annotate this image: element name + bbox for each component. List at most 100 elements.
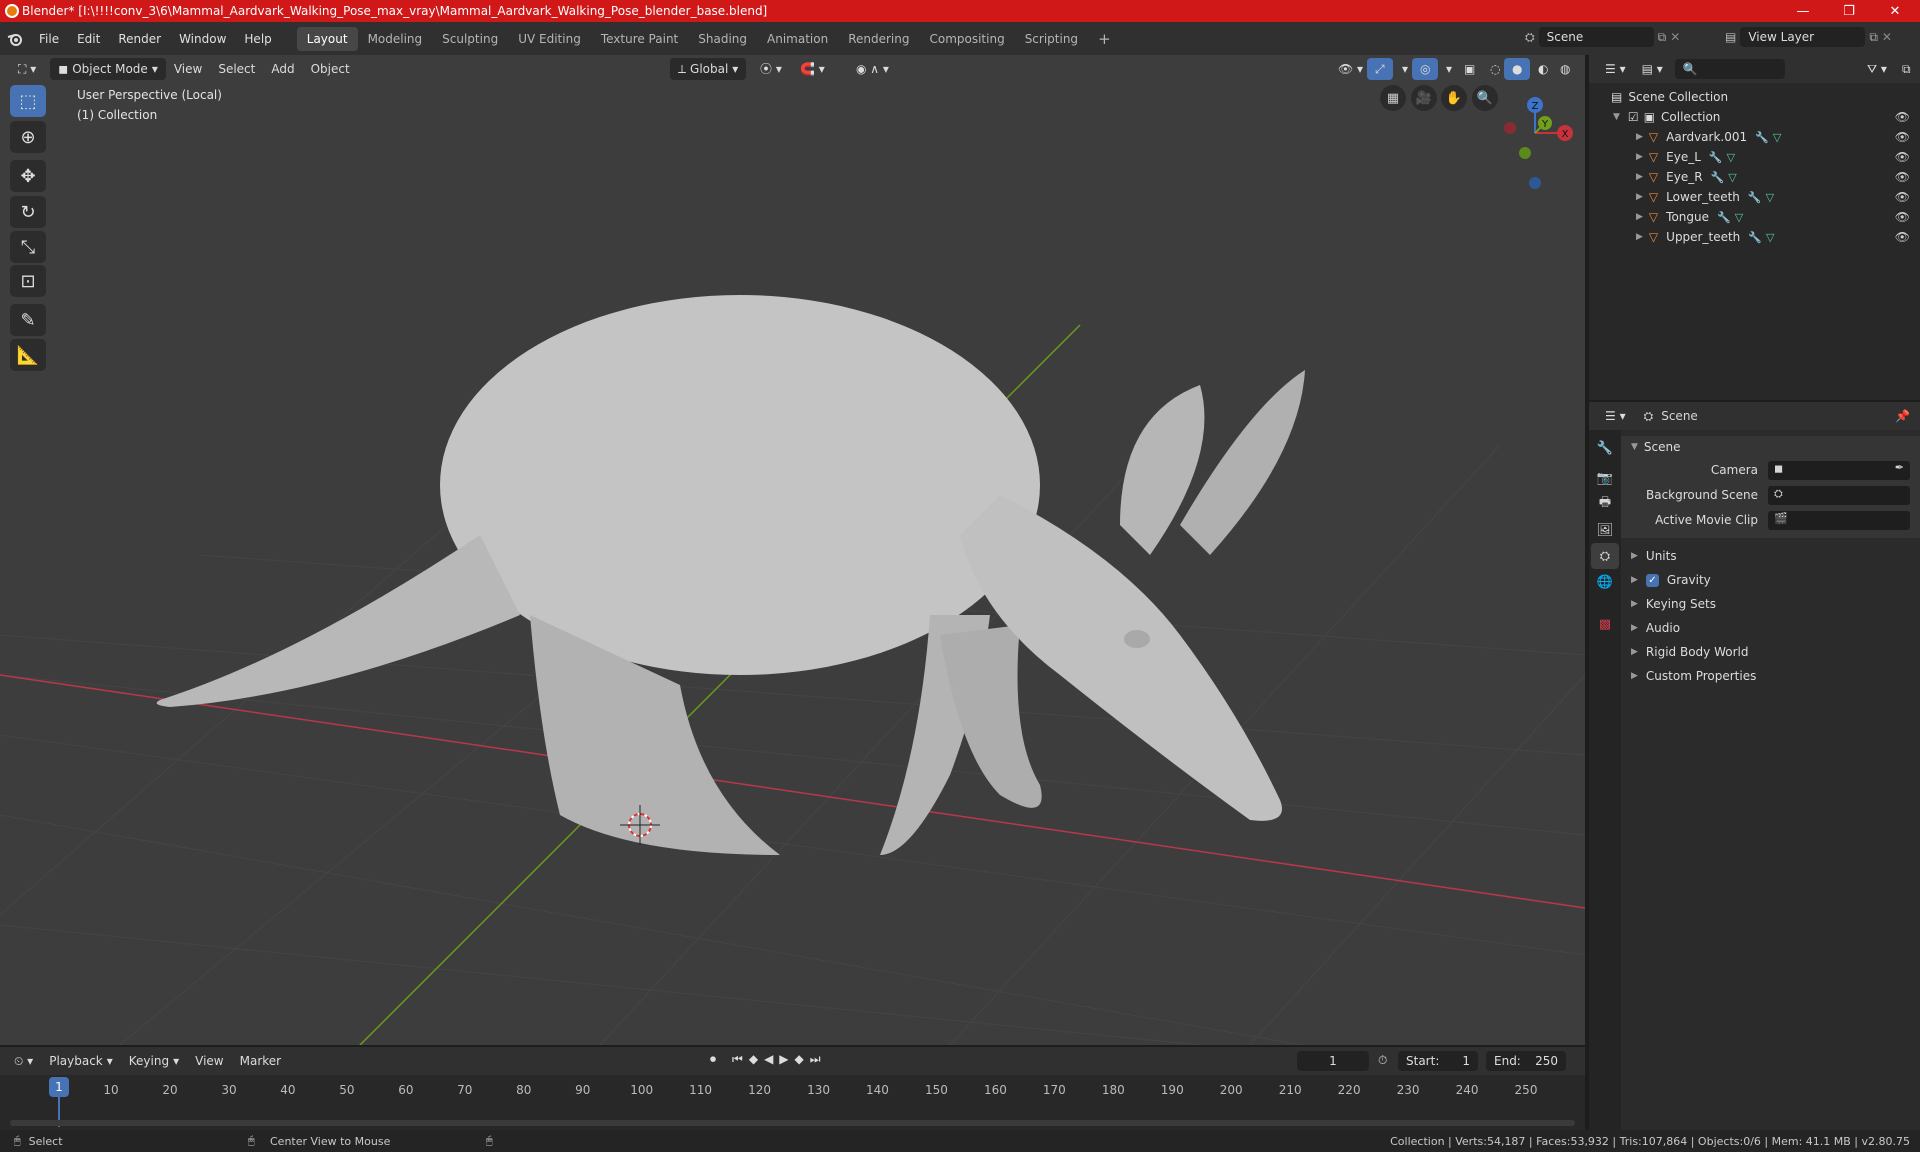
- remove-scene-icon[interactable]: ✕: [1670, 30, 1680, 44]
- menu-window[interactable]: Window: [170, 27, 235, 51]
- timeline-menu-playback[interactable]: Playback ▾: [41, 1050, 121, 1072]
- close-window-button[interactable]: ✕: [1872, 0, 1918, 22]
- tab-sculpting[interactable]: Sculpting: [432, 27, 508, 51]
- prev-keyframe-icon[interactable]: ◆: [749, 1052, 758, 1067]
- maximize-button[interactable]: ❐: [1826, 0, 1872, 22]
- new-view-layer-icon[interactable]: ⧉: [1869, 30, 1878, 45]
- rotate-tool-icon[interactable]: ↻: [10, 196, 46, 228]
- tab-scripting[interactable]: Scripting: [1015, 27, 1088, 51]
- properties-section-header[interactable]: ▶ Rigid Body World: [1621, 641, 1920, 663]
- collapse-triangle-icon[interactable]: ▼: [1613, 112, 1620, 122]
- next-keyframe-icon[interactable]: ◆: [795, 1052, 804, 1067]
- modifier-wrench-icon[interactable]: 🔧: [1755, 131, 1769, 144]
- eye-icon[interactable]: 👁: [1895, 230, 1910, 244]
- visibility-filter-icon[interactable]: 👁 ▾: [1330, 58, 1371, 80]
- scene-properties-tab-icon[interactable]: ⛭: [1591, 543, 1619, 569]
- properties-section-header[interactable]: ▶ Units: [1621, 545, 1920, 567]
- transform-tool-icon[interactable]: ⊡: [10, 265, 46, 297]
- new-scene-icon[interactable]: ⧉: [1658, 30, 1667, 45]
- eyedropper-icon[interactable]: ✒: [1895, 461, 1904, 474]
- expand-triangle-icon[interactable]: ▶: [1636, 172, 1643, 182]
- timer-icon[interactable]: ⏱: [1378, 1053, 1387, 1068]
- add-workspace-button[interactable]: +: [1088, 27, 1121, 51]
- eye-icon[interactable]: 👁: [1895, 190, 1910, 204]
- scale-tool-icon[interactable]: ⤡: [10, 231, 46, 263]
- tab-uv-editing[interactable]: UV Editing: [508, 27, 591, 51]
- playhead[interactable]: 1: [49, 1077, 69, 1097]
- tab-animation[interactable]: Animation: [757, 27, 838, 51]
- menu-help[interactable]: Help: [235, 27, 280, 51]
- texture-properties-tab-icon[interactable]: ▩: [1591, 611, 1619, 637]
- camera-view-icon[interactable]: 🎥: [1411, 85, 1437, 111]
- aardvark-model[interactable]: [156, 295, 1305, 855]
- scene-selector[interactable]: Scene: [1538, 27, 1654, 47]
- properties-section-header[interactable]: ▶ Custom Properties: [1621, 665, 1920, 687]
- tab-modeling[interactable]: Modeling: [358, 27, 433, 51]
- expand-triangle-icon[interactable]: ▶: [1636, 152, 1643, 162]
- eye-icon[interactable]: 👁: [1895, 170, 1910, 184]
- background-scene-field[interactable]: ⛭: [1768, 486, 1910, 505]
- new-collection-icon[interactable]: ⧉: [1894, 58, 1919, 80]
- modifier-wrench-icon[interactable]: 🔧: [1748, 191, 1762, 204]
- editor-type-icon[interactable]: ⛶ ▾: [10, 58, 44, 80]
- snap-icon[interactable]: 🧲 ▾: [792, 58, 833, 80]
- modifier-wrench-icon[interactable]: 🔧: [1709, 151, 1723, 164]
- shading-rendered-icon[interactable]: ◍: [1552, 58, 1578, 80]
- mesh-data-icon[interactable]: ▽: [1727, 151, 1735, 164]
- view-layer-properties-tab-icon[interactable]: 🖼: [1591, 517, 1619, 543]
- outliner-collection[interactable]: ▼ ☑ ▣ Collection 👁: [1589, 107, 1920, 127]
- mesh-data-icon[interactable]: ▽: [1773, 131, 1781, 144]
- pan-view-icon[interactable]: ✋: [1441, 85, 1467, 111]
- cursor-tool-icon[interactable]: ⊕: [10, 121, 46, 153]
- outliner-object-row[interactable]: ▶ ▽ Eye_L 🔧 ▽ 👁: [1589, 147, 1920, 167]
- eye-icon[interactable]: 👁: [1895, 110, 1910, 124]
- outliner-display-mode-icon[interactable]: ▤ ▾: [1634, 58, 1671, 80]
- modifier-wrench-icon[interactable]: 🔧: [1711, 171, 1725, 184]
- view-layer-selector[interactable]: View Layer: [1740, 27, 1866, 47]
- tool-properties-tab-icon[interactable]: 🔧: [1591, 435, 1619, 461]
- xray-toggle-icon[interactable]: ▣: [1456, 58, 1483, 80]
- viewport-menu-select[interactable]: Select: [210, 58, 263, 80]
- camera-field[interactable]: ◼ ✒: [1768, 461, 1910, 480]
- properties-section-header[interactable]: ▶ Audio: [1621, 617, 1920, 639]
- outliner-search-input[interactable]: 🔍: [1674, 59, 1785, 79]
- output-properties-tab-icon[interactable]: 🖶: [1591, 491, 1619, 517]
- expand-triangle-icon[interactable]: ▶: [1636, 132, 1643, 142]
- record-icon[interactable]: ⏺: [710, 1052, 716, 1067]
- current-frame-field[interactable]: 1: [1297, 1051, 1369, 1071]
- mesh-data-icon[interactable]: ▽: [1735, 211, 1743, 224]
- expand-triangle-icon[interactable]: ▶: [1636, 192, 1643, 202]
- timeline-menu-keying[interactable]: Keying ▾: [121, 1050, 187, 1072]
- tab-layout[interactable]: Layout: [296, 26, 358, 51]
- render-properties-tab-icon[interactable]: 📷: [1591, 465, 1619, 491]
- start-frame-field[interactable]: Start: 1: [1398, 1051, 1478, 1071]
- select-box-tool-icon[interactable]: ⬚: [10, 85, 46, 117]
- modifier-wrench-icon[interactable]: 🔧: [1717, 211, 1731, 224]
- timeline-editor-type-icon[interactable]: ⏲ ▾: [6, 1050, 41, 1072]
- play-icon[interactable]: ▶: [779, 1052, 788, 1067]
- pivot-point-icon[interactable]: ⦿ ▾: [752, 58, 790, 80]
- menu-render[interactable]: Render: [109, 27, 170, 51]
- shading-solid-icon[interactable]: ●: [1504, 58, 1531, 80]
- play-reverse-icon[interactable]: ◀: [764, 1052, 773, 1067]
- expand-triangle-icon[interactable]: ▶: [1636, 232, 1643, 242]
- eye-icon[interactable]: 👁: [1895, 210, 1910, 224]
- modifier-wrench-icon[interactable]: 🔧: [1748, 231, 1762, 244]
- eye-icon[interactable]: 👁: [1895, 130, 1910, 144]
- proportional-editing-icon[interactable]: ◉ ∧ ▾: [848, 58, 897, 80]
- remove-view-layer-icon[interactable]: ✕: [1882, 30, 1892, 44]
- navigation-gizmo[interactable]: Z Y X: [1495, 83, 1585, 193]
- viewport-menu-object[interactable]: Object: [303, 58, 358, 80]
- viewport-menu-add[interactable]: Add: [263, 58, 302, 80]
- jump-end-icon[interactable]: ⏭: [810, 1052, 821, 1067]
- scene-panel-header[interactable]: ▼ Scene: [1621, 436, 1920, 458]
- 3d-viewport[interactable]: ⛶ ▾ ◼ Object Mode ▾ View Select Add Obje…: [0, 55, 1585, 1045]
- collection-checkbox-icon[interactable]: ☑: [1628, 110, 1639, 124]
- gizmo-toggle-icon[interactable]: ⤢: [1367, 58, 1393, 80]
- properties-section-header[interactable]: ▶ Keying Sets: [1621, 593, 1920, 615]
- pin-icon[interactable]: 📌: [1895, 409, 1910, 423]
- menu-file[interactable]: File: [30, 27, 68, 51]
- outliner-object-row[interactable]: ▶ ▽ Upper_teeth 🔧 ▽ 👁: [1589, 227, 1920, 247]
- viewport-menu-view[interactable]: View: [166, 58, 210, 80]
- toggle-grid-view-icon[interactable]: ▦: [1380, 85, 1406, 111]
